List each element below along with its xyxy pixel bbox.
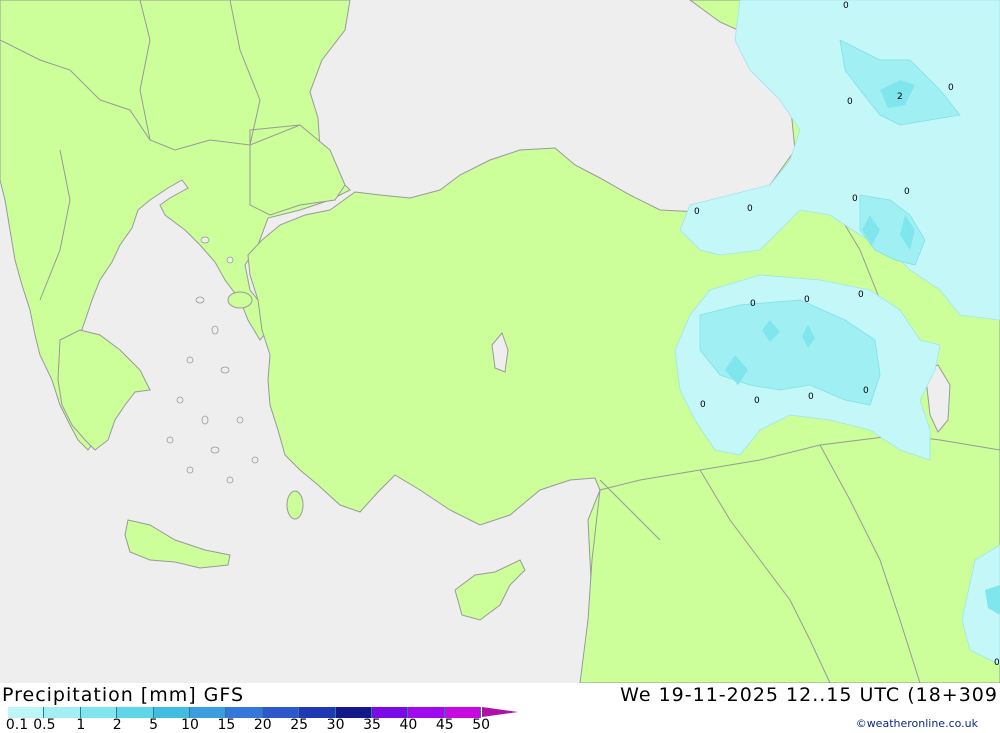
color-scale-tick: 10 xyxy=(181,717,199,733)
color-scale-tick: 2 xyxy=(112,717,122,733)
color-scale-tick: 30 xyxy=(326,717,345,733)
color-scale-tick: 5 xyxy=(149,717,159,733)
precip-label: 0 xyxy=(858,290,864,300)
legend-title: Precipitation [mm] GFS xyxy=(2,684,245,706)
color-scale-tick: 45 xyxy=(435,717,454,733)
precip-label: 0 xyxy=(847,97,853,107)
precip-label: 0 xyxy=(863,386,869,396)
precip-label: 2 xyxy=(897,92,903,102)
precip-label: 0 xyxy=(904,187,910,197)
precipitation-map: 0 2 0 0 0 0 0 0 0 0 0 0 0 0 0 0 xyxy=(0,0,1000,683)
precip-label: 0 xyxy=(750,299,756,309)
color-scale-tick: 35 xyxy=(363,717,381,733)
precip-label: 0 xyxy=(804,295,810,305)
color-scale-tick: 20 xyxy=(253,717,272,733)
precip-label: 0 xyxy=(843,1,849,11)
land-lesbos xyxy=(227,291,253,309)
color-scale-tick: 15 xyxy=(217,717,236,733)
color-scale-tick: 1 xyxy=(76,717,86,733)
precip-label: 0 xyxy=(700,400,706,410)
color-scale-arrow xyxy=(482,707,518,717)
color-scale-tick: 0.1 xyxy=(5,717,29,733)
precip-label: 0 xyxy=(994,658,1000,668)
color-scale-labels: 0.1 0.5 1 2 5 10 15 20 25 30 35 40 45 50 xyxy=(0,717,520,733)
precip-label: 0 xyxy=(747,204,753,214)
precip-label: 0 xyxy=(948,83,954,93)
legend-datetime: We 19-11-2025 12..15 UTC (18+309 xyxy=(620,684,998,706)
legend-footer: Precipitation [mm] GFS We 19-11-2025 12.… xyxy=(0,683,1000,733)
color-scale-tick: 50 xyxy=(472,717,491,733)
credit-text: ©weatheronline.co.uk xyxy=(855,717,978,730)
precip-label: 0 xyxy=(808,392,814,402)
precip-label: 0 xyxy=(694,207,700,217)
color-scale-tick: 0.5 xyxy=(33,717,56,733)
precip-label: 0 xyxy=(852,194,858,204)
precip-label: 0 xyxy=(754,396,760,406)
land-rhodes xyxy=(286,490,304,520)
color-scale-tick: 40 xyxy=(399,717,418,733)
color-scale-tick: 25 xyxy=(290,717,309,733)
